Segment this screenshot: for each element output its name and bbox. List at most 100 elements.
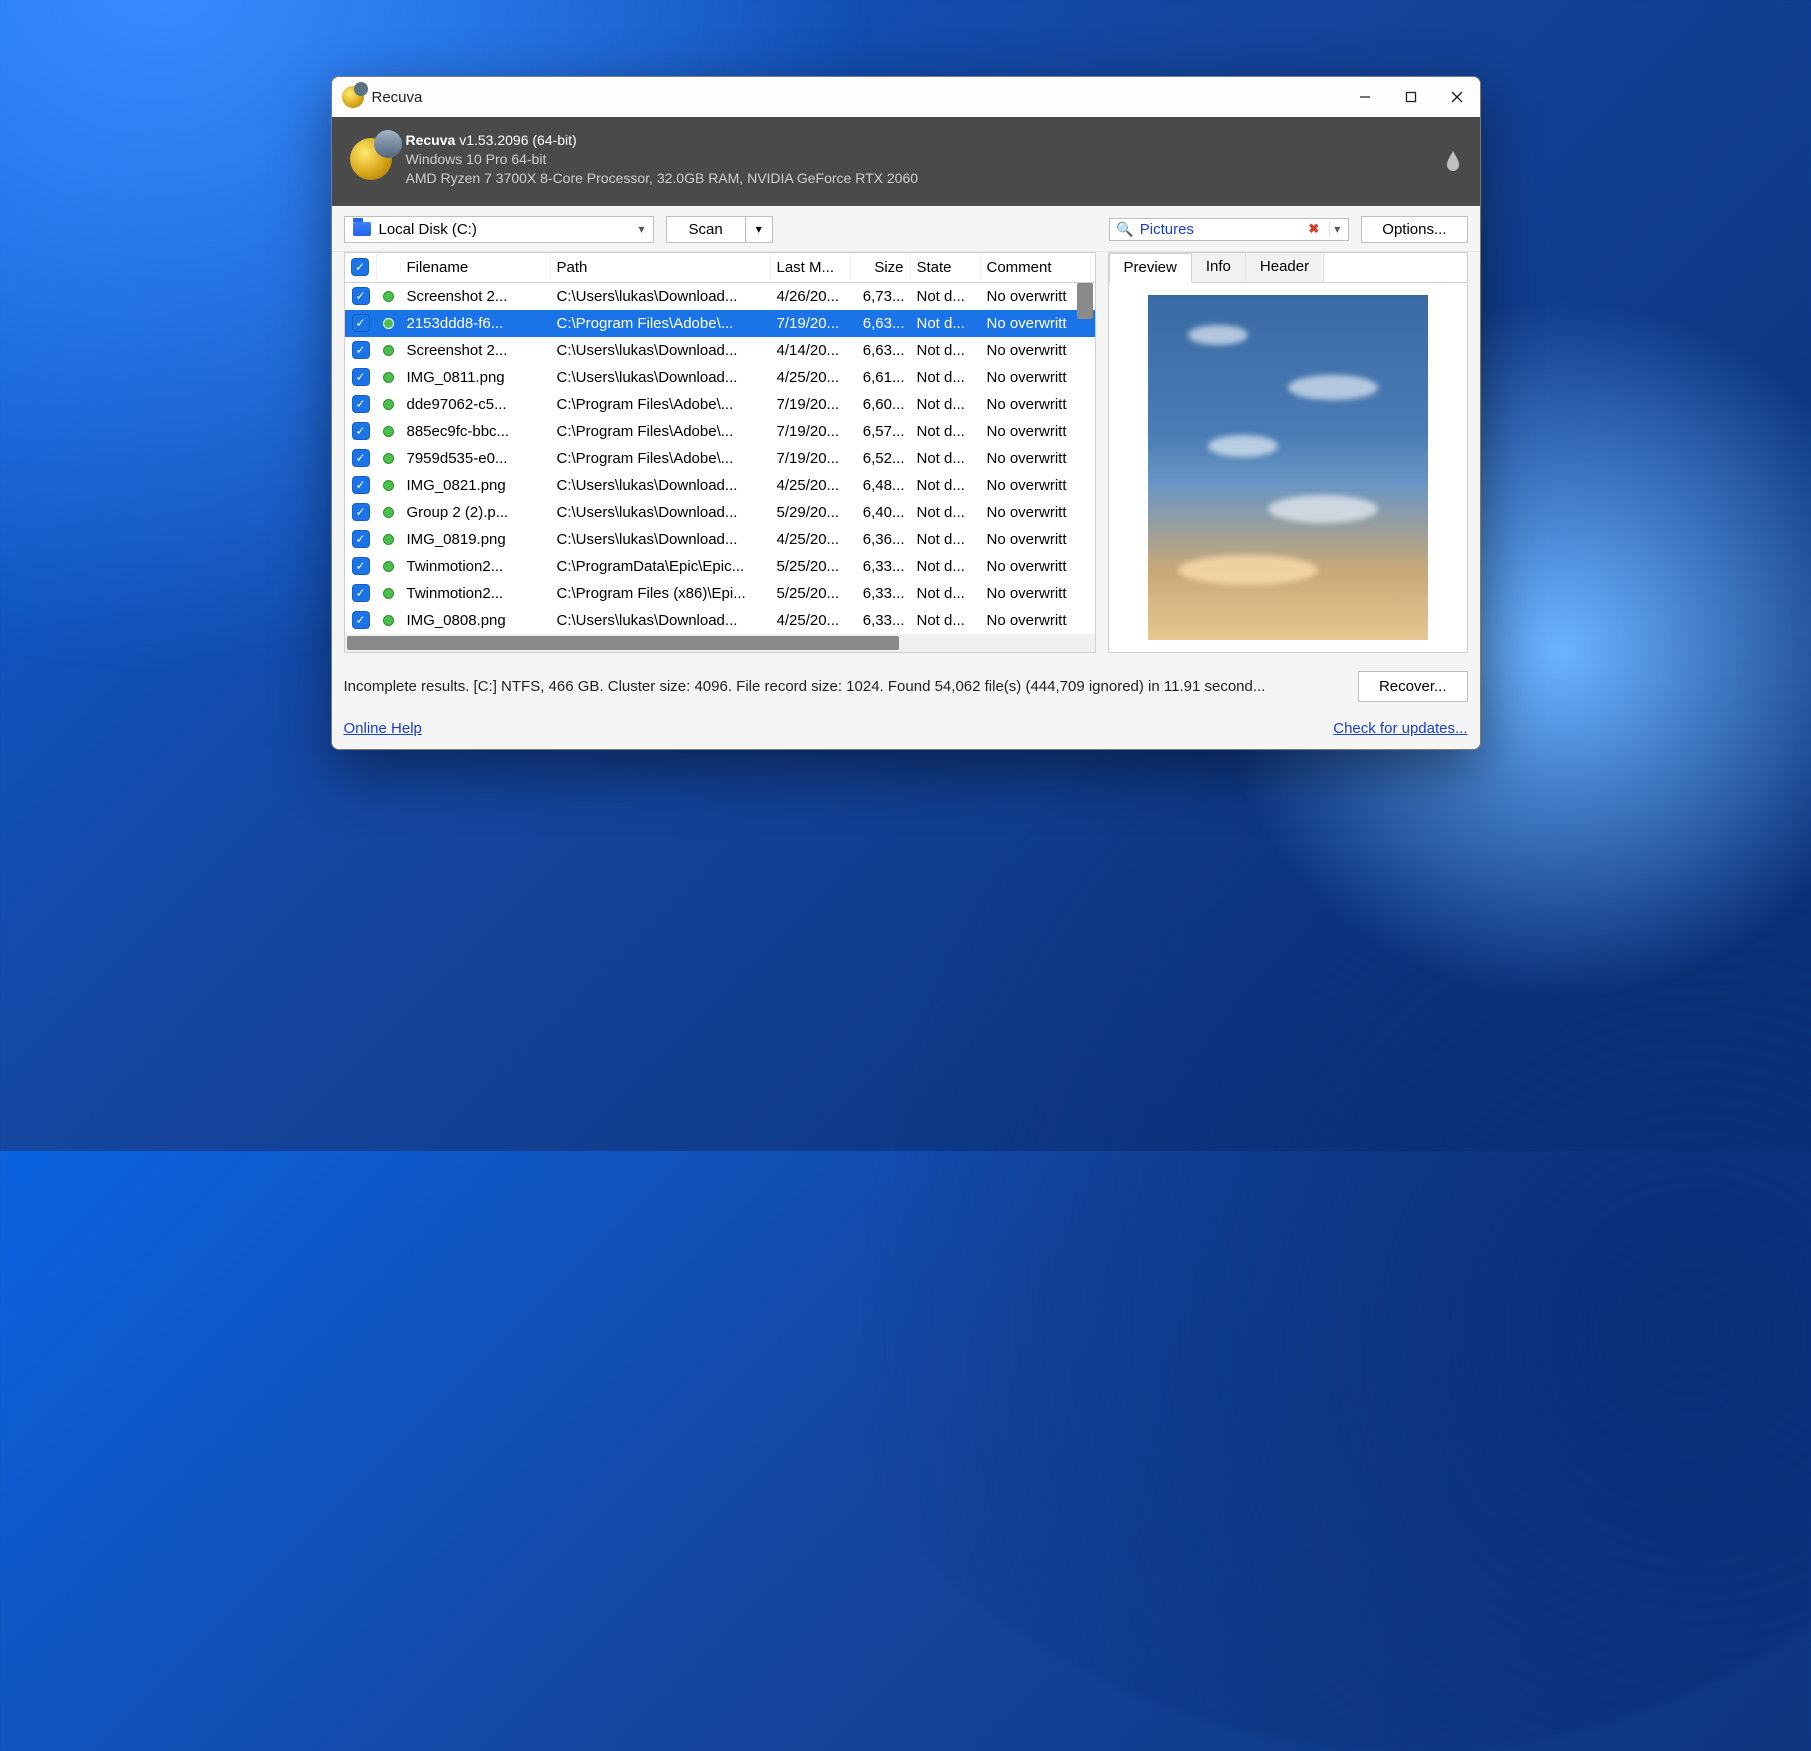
cell-comment: No overwritt bbox=[981, 583, 1091, 604]
table-row[interactable]: ✓Screenshot 2...C:\Users\lukas\Download.… bbox=[345, 283, 1095, 310]
options-button[interactable]: Options... bbox=[1361, 216, 1467, 243]
checkbox-icon: ✓ bbox=[352, 341, 370, 359]
cell-filename: Twinmotion2... bbox=[401, 583, 551, 604]
recover-button[interactable]: Recover... bbox=[1358, 671, 1468, 702]
cell-path: C:\Program Files\Adobe\... bbox=[551, 394, 771, 415]
cell-size: 6,73... bbox=[851, 286, 911, 307]
header-app-name: Recuva bbox=[406, 132, 456, 148]
horizontal-scrollbar-thumb[interactable] bbox=[347, 636, 899, 650]
results-table: ✓ Filename Path Last M... Size State Com… bbox=[344, 252, 1096, 653]
col-path[interactable]: Path bbox=[551, 255, 771, 280]
header-hardware: AMD Ryzen 7 3700X 8-Core Processor, 32.0… bbox=[406, 169, 919, 188]
row-status-dot bbox=[377, 424, 401, 439]
vertical-scrollbar-thumb[interactable] bbox=[1077, 283, 1093, 319]
row-checkbox[interactable]: ✓ bbox=[345, 474, 377, 496]
cell-filename: 7959d535-e0... bbox=[401, 448, 551, 469]
maximize-icon bbox=[1405, 91, 1417, 103]
row-checkbox[interactable]: ✓ bbox=[345, 447, 377, 469]
table-row[interactable]: ✓IMG_0821.pngC:\Users\lukas\Download...4… bbox=[345, 472, 1095, 499]
close-button[interactable] bbox=[1434, 77, 1480, 117]
row-checkbox[interactable]: ✓ bbox=[345, 555, 377, 577]
table-header: ✓ Filename Path Last M... Size State Com… bbox=[345, 253, 1095, 283]
window-title: Recuva bbox=[372, 89, 423, 106]
col-comment[interactable]: Comment bbox=[981, 255, 1091, 280]
cell-path: C:\Program Files\Adobe\... bbox=[551, 448, 771, 469]
table-row[interactable]: ✓Twinmotion2...C:\ProgramData\Epic\Epic.… bbox=[345, 553, 1095, 580]
row-status-dot bbox=[377, 370, 401, 385]
row-status-dot bbox=[377, 478, 401, 493]
header-checkbox[interactable]: ✓ bbox=[345, 254, 377, 280]
row-checkbox[interactable]: ✓ bbox=[345, 312, 377, 334]
cell-filename: 885ec9fc-bbc... bbox=[401, 421, 551, 442]
row-checkbox[interactable]: ✓ bbox=[345, 528, 377, 550]
horizontal-scrollbar[interactable] bbox=[345, 634, 1095, 652]
table-row[interactable]: ✓IMG_0811.pngC:\Users\lukas\Download...4… bbox=[345, 364, 1095, 391]
table-row[interactable]: ✓ 885ec9fc-bbc...C:\Program Files\Adobe\.… bbox=[345, 418, 1095, 445]
row-status-dot bbox=[377, 505, 401, 520]
table-row[interactable]: ✓dde97062-c5...C:\Program Files\Adobe\..… bbox=[345, 391, 1095, 418]
checkbox-icon: ✓ bbox=[352, 557, 370, 575]
row-checkbox[interactable]: ✓ bbox=[345, 339, 377, 361]
status-dot-icon bbox=[383, 318, 394, 329]
status-dot-icon bbox=[383, 426, 394, 437]
table-row[interactable]: ✓Group 2 (2).p...C:\Users\lukas\Download… bbox=[345, 499, 1095, 526]
table-row[interactable]: ✓Screenshot 2...C:\Users\lukas\Download.… bbox=[345, 337, 1095, 364]
row-checkbox[interactable]: ✓ bbox=[345, 582, 377, 604]
scan-button[interactable]: Scan ▾ bbox=[666, 216, 773, 243]
col-filename[interactable]: Filename bbox=[401, 255, 551, 280]
row-status-dot bbox=[377, 451, 401, 466]
chevron-down-icon: ▾ bbox=[638, 222, 644, 236]
chevron-down-icon[interactable]: ▾ bbox=[1329, 222, 1344, 236]
cell-last-modified: 4/25/20... bbox=[771, 475, 851, 496]
cell-last-modified: 7/19/20... bbox=[771, 448, 851, 469]
tab-preview[interactable]: Preview bbox=[1109, 253, 1192, 283]
row-checkbox[interactable]: ✓ bbox=[345, 501, 377, 523]
table-row[interactable]: ✓Twinmotion2...C:\Program Files (x86)\Ep… bbox=[345, 580, 1095, 607]
row-status-dot bbox=[377, 316, 401, 331]
row-checkbox[interactable]: ✓ bbox=[345, 609, 377, 631]
row-checkbox[interactable]: ✓ bbox=[345, 420, 377, 442]
header-bar: Recuva v1.53.2096 (64-bit) Windows 10 Pr… bbox=[332, 117, 1480, 206]
toolbar: Local Disk (C:) ▾ Scan ▾ 🔍 Pictures ✖ ▾ … bbox=[332, 206, 1480, 252]
cell-state: Not d... bbox=[911, 502, 981, 523]
cell-state: Not d... bbox=[911, 340, 981, 361]
checkbox-icon: ✓ bbox=[352, 476, 370, 494]
cell-last-modified: 5/25/20... bbox=[771, 583, 851, 604]
row-checkbox[interactable]: ✓ bbox=[345, 393, 377, 415]
drive-select[interactable]: Local Disk (C:) ▾ bbox=[344, 216, 654, 243]
status-dot-icon bbox=[383, 399, 394, 410]
status-dot-icon bbox=[383, 507, 394, 518]
maximize-button[interactable] bbox=[1388, 77, 1434, 117]
clear-filter-icon[interactable]: ✖ bbox=[1304, 221, 1323, 237]
cell-filename: 2153ddd8-f6... bbox=[401, 313, 551, 334]
scan-dropdown[interactable]: ▾ bbox=[746, 217, 772, 242]
col-state[interactable]: State bbox=[911, 255, 981, 280]
chevron-down-icon: ▾ bbox=[756, 222, 762, 236]
cell-last-modified: 7/19/20... bbox=[771, 421, 851, 442]
cell-comment: No overwritt bbox=[981, 529, 1091, 550]
row-checkbox[interactable]: ✓ bbox=[345, 366, 377, 388]
check-updates-link[interactable]: Check for updates... bbox=[1333, 720, 1467, 737]
search-icon: 🔍 bbox=[1116, 221, 1133, 238]
row-checkbox[interactable]: ✓ bbox=[345, 285, 377, 307]
cell-size: 6,33... bbox=[851, 583, 911, 604]
filter-combo[interactable]: 🔍 Pictures ✖ ▾ bbox=[1109, 218, 1349, 241]
cell-path: C:\Users\lukas\Download... bbox=[551, 286, 771, 307]
checkbox-icon: ✓ bbox=[352, 422, 370, 440]
tab-header[interactable]: Header bbox=[1246, 253, 1324, 282]
cell-filename: IMG_0819.png bbox=[401, 529, 551, 550]
col-size[interactable]: Size bbox=[851, 255, 911, 280]
table-row[interactable]: ✓ 7959d535-e0...C:\Program Files\Adobe\..… bbox=[345, 445, 1095, 472]
filter-value: Pictures bbox=[1140, 221, 1299, 238]
cell-comment: No overwritt bbox=[981, 610, 1091, 631]
table-row[interactable]: ✓2153ddd8-f6...C:\Program Files\Adobe\..… bbox=[345, 310, 1095, 337]
table-row[interactable]: ✓IMG_0808.pngC:\Users\lukas\Download...4… bbox=[345, 607, 1095, 634]
col-last-modified[interactable]: Last M... bbox=[771, 255, 851, 280]
minimize-button[interactable] bbox=[1342, 77, 1388, 117]
online-help-link[interactable]: Online Help bbox=[344, 720, 422, 737]
drive-label: Local Disk (C:) bbox=[379, 221, 477, 238]
tab-info[interactable]: Info bbox=[1192, 253, 1246, 282]
table-row[interactable]: ✓IMG_0819.pngC:\Users\lukas\Download...4… bbox=[345, 526, 1095, 553]
status-dot-icon bbox=[383, 453, 394, 464]
cell-path: C:\Program Files\Adobe\... bbox=[551, 421, 771, 442]
